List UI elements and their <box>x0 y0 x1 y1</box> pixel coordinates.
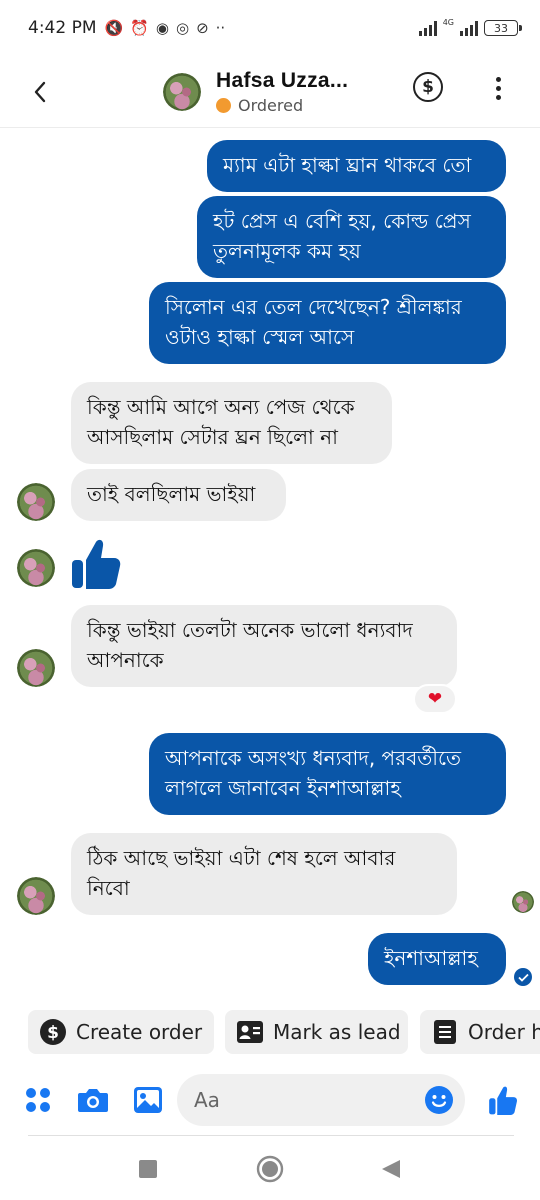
seen-indicator-avatar <box>512 891 534 913</box>
square-icon <box>139 1160 157 1178</box>
message-outgoing[interactable]: ম্যাম এটা হাল্কা ঘ্রান থাকবে তো <box>207 140 506 192</box>
recents-button[interactable] <box>134 1155 162 1183</box>
mark-as-lead-button[interactable]: Mark as lead <box>225 1010 408 1054</box>
sender-avatar[interactable] <box>17 549 55 587</box>
message-composer <box>0 1072 540 1128</box>
contact-status: Ordered <box>216 96 348 115</box>
message-incoming[interactable]: ঠিক আছে ভাইয়া এটা শেষ হলে আবার নিবো <box>71 833 457 915</box>
message-incoming[interactable]: তাই বলছিলাম ভাইয়া <box>71 469 286 521</box>
circle-home-icon <box>256 1155 284 1183</box>
more-notifications-icon: ·· <box>215 19 226 37</box>
signal-icon-2 <box>460 20 478 36</box>
contact-avatar[interactable] <box>163 72 201 111</box>
send-like-button[interactable] <box>487 1084 519 1116</box>
gallery-button[interactable] <box>132 1084 164 1116</box>
sender-avatar[interactable] <box>17 649 55 687</box>
dollar-icon: $ <box>422 77 434 97</box>
smiley-icon <box>431 1095 447 1107</box>
sender-avatar[interactable] <box>17 877 55 915</box>
divider <box>28 1135 514 1136</box>
message-input[interactable] <box>177 1074 465 1126</box>
contact-info[interactable]: Hafsa Uzza... Ordered <box>216 69 348 115</box>
battery-level: 33 <box>494 21 508 35</box>
more-options-button[interactable] <box>486 72 510 104</box>
system-nav-bar <box>0 1140 540 1200</box>
heart-reaction[interactable]: ❤ <box>413 684 457 714</box>
back-arrow-icon <box>34 81 46 102</box>
contact-card-icon <box>237 1019 263 1045</box>
back-nav-button[interactable] <box>377 1155 405 1183</box>
network-type: 4G <box>442 17 454 27</box>
message-incoming[interactable]: কিন্তু ভাইয়া তেলটা অনেক ভালো ধন্যবাদ আপ… <box>71 605 457 687</box>
create-order-button[interactable]: $ Create order <box>28 1010 214 1054</box>
status-dot <box>216 97 231 113</box>
camera-button[interactable] <box>77 1084 109 1116</box>
mute-icon: 🔇 <box>104 19 124 37</box>
messenger-icon: ◉ <box>155 19 169 37</box>
image-icon <box>134 1087 162 1113</box>
message-outgoing[interactable]: আপনাকে অসংখ্য ধন্যবাদ, পরবর্তীতে লাগলে জ… <box>149 733 506 815</box>
more-actions-button[interactable] <box>22 1084 54 1116</box>
back-button[interactable] <box>10 62 70 122</box>
message-incoming[interactable]: কিন্তু আমি আগে অন্য পেজ থেকে আসছিলাম সেট… <box>71 382 392 464</box>
message-outgoing[interactable]: সিলোন এর তেল দেখেছেন? শ্রীলঙ্কার ওটাও হা… <box>149 282 506 364</box>
chrome-icon: ◎ <box>175 19 190 37</box>
camera-icon <box>78 1089 108 1112</box>
emoji-button[interactable] <box>425 1086 453 1114</box>
order-history-icon <box>432 1019 458 1045</box>
contact-status-label: Ordered <box>238 95 304 115</box>
signal-icon <box>418 20 437 36</box>
contact-name: Hafsa Uzza... <box>216 68 349 92</box>
thumbs-up-message[interactable] <box>70 536 122 590</box>
chat-header: Hafsa Uzza... Ordered $ <box>0 56 540 128</box>
thumbs-up-icon <box>489 1086 517 1115</box>
svg-text:$: $ <box>47 1023 59 1043</box>
status-time: 4:42 PM <box>28 18 97 38</box>
order-history-button[interactable]: Order h <box>420 1010 540 1054</box>
data-saver-icon: ⊘ <box>196 19 209 37</box>
quick-actions-bar: $ Create order Mark as lead Order h <box>0 1010 540 1056</box>
grid-dots-icon <box>26 1088 50 1112</box>
heart-icon: ❤ <box>427 689 443 709</box>
home-button[interactable] <box>256 1155 284 1183</box>
sender-avatar[interactable] <box>17 483 55 521</box>
notification-icons: 🔇 ⏰ ◉ ◎ ⊘ ·· <box>105 19 226 37</box>
triangle-back-icon <box>382 1160 400 1178</box>
message-outgoing[interactable]: ইনশাআল্লাহ <box>368 933 506 985</box>
payment-button[interactable]: $ <box>413 72 443 102</box>
alarm-icon: ⏰ <box>130 19 149 37</box>
message-outgoing[interactable]: হট প্রেস এ বেশি হয়, কোল্ড প্রেস তুলনামূ… <box>197 196 506 278</box>
status-bar: 4:42 PM 🔇 ⏰ ◉ ◎ ⊘ ·· 4G 33 <box>0 0 540 56</box>
battery-icon: 33 <box>484 20 522 36</box>
thumbs-up-icon <box>72 539 121 589</box>
dollar-circle-icon: $ <box>40 1019 66 1045</box>
delivered-check-icon <box>514 968 532 986</box>
